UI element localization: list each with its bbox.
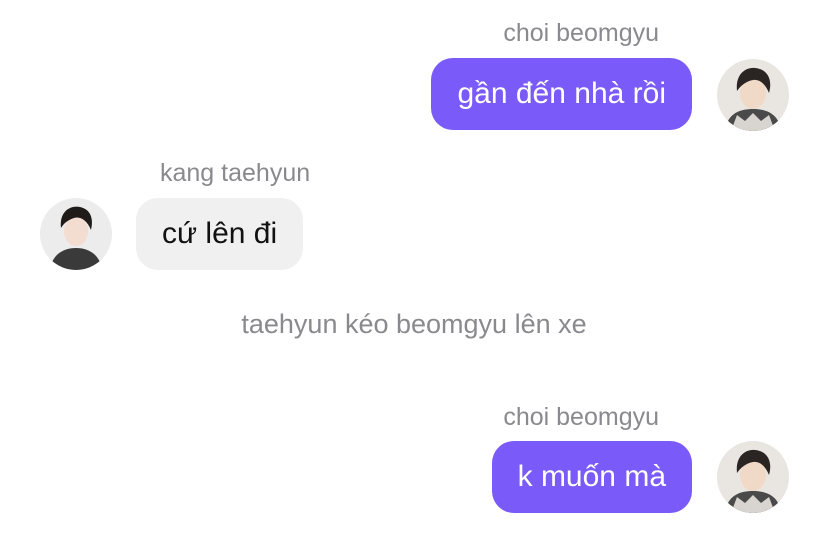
avatar-taehyun[interactable] — [40, 198, 112, 270]
system-message: taehyun kéo beomgyu lên xe — [241, 309, 587, 339]
user-photo-icon — [717, 441, 789, 513]
user-photo-icon — [40, 198, 112, 270]
avatar-beomgyu[interactable] — [717, 59, 789, 131]
message-bubble-outgoing[interactable]: gần đến nhà rồi — [431, 58, 692, 130]
sender-name: kang taehyun — [160, 159, 311, 187]
sender-name: choi beomgyu — [503, 19, 659, 47]
avatar-beomgyu[interactable] — [717, 441, 789, 513]
message-bubble-incoming[interactable]: cứ lên đi — [136, 198, 304, 270]
sender-name: choi beomgyu — [503, 403, 659, 431]
message-bubble-outgoing[interactable]: k muốn mà — [491, 441, 692, 513]
user-photo-icon — [717, 59, 789, 131]
